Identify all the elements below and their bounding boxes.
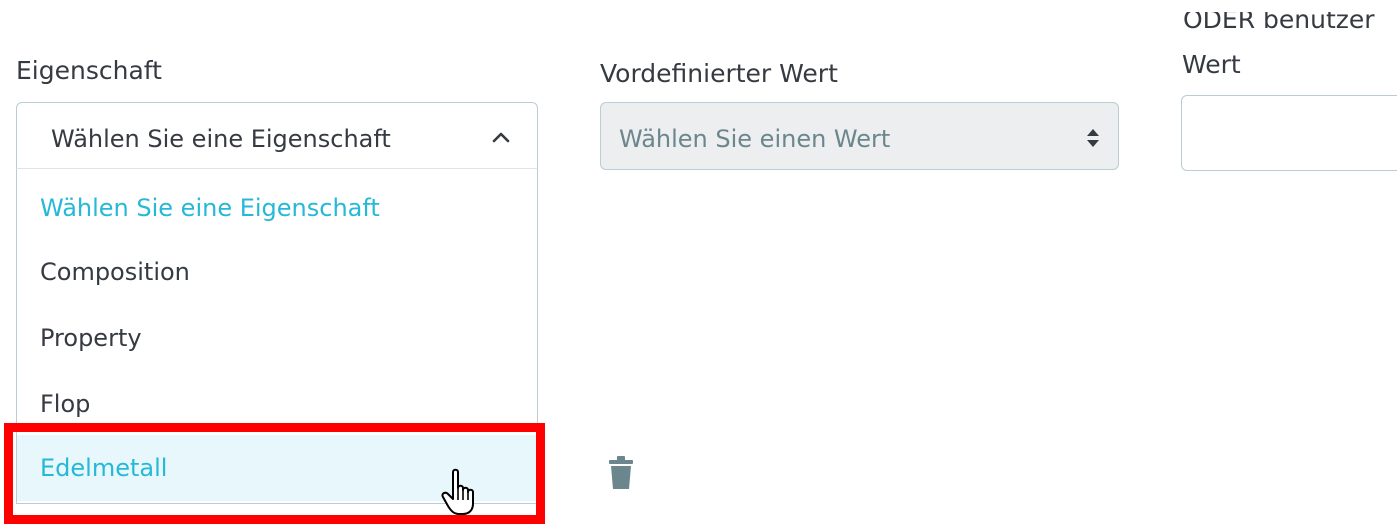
custom-value-label-line2: Wert	[1182, 50, 1241, 79]
property-dropdown-list: Wählen Sie eine Eigenschaft Composition …	[16, 168, 538, 504]
predefined-value-select-value: Wählen Sie einen Wert	[619, 125, 891, 153]
predefined-value-select[interactable]: Wählen Sie einen Wert	[600, 102, 1119, 170]
custom-value-input[interactable]	[1181, 95, 1397, 171]
property-label: Eigenschaft	[16, 56, 162, 85]
predefined-value-label: Vordefinierter Wert	[600, 59, 838, 88]
dropdown-option[interactable]: Flop	[17, 371, 537, 437]
chevron-up-icon	[492, 132, 510, 143]
property-select-value: Wählen Sie eine Eigenschaft	[51, 125, 391, 153]
dropdown-option[interactable]: Property	[17, 305, 537, 371]
hand-pointer-icon	[441, 468, 474, 515]
feature-row-form: Eigenschaft Vordefinierter Wert ODER ben…	[0, 0, 1397, 524]
custom-value-label-line1-text: ODER benutzer	[1183, 12, 1375, 34]
property-select[interactable]: Wählen Sie eine Eigenschaft	[16, 102, 538, 168]
dropdown-option[interactable]: Composition	[17, 239, 537, 305]
custom-value-label-line1: ODER benutzer	[1183, 12, 1397, 34]
sort-updown-icon	[1087, 129, 1099, 147]
trash-icon[interactable]	[608, 456, 634, 490]
dropdown-option[interactable]: Wählen Sie eine Eigenschaft	[17, 175, 537, 241]
